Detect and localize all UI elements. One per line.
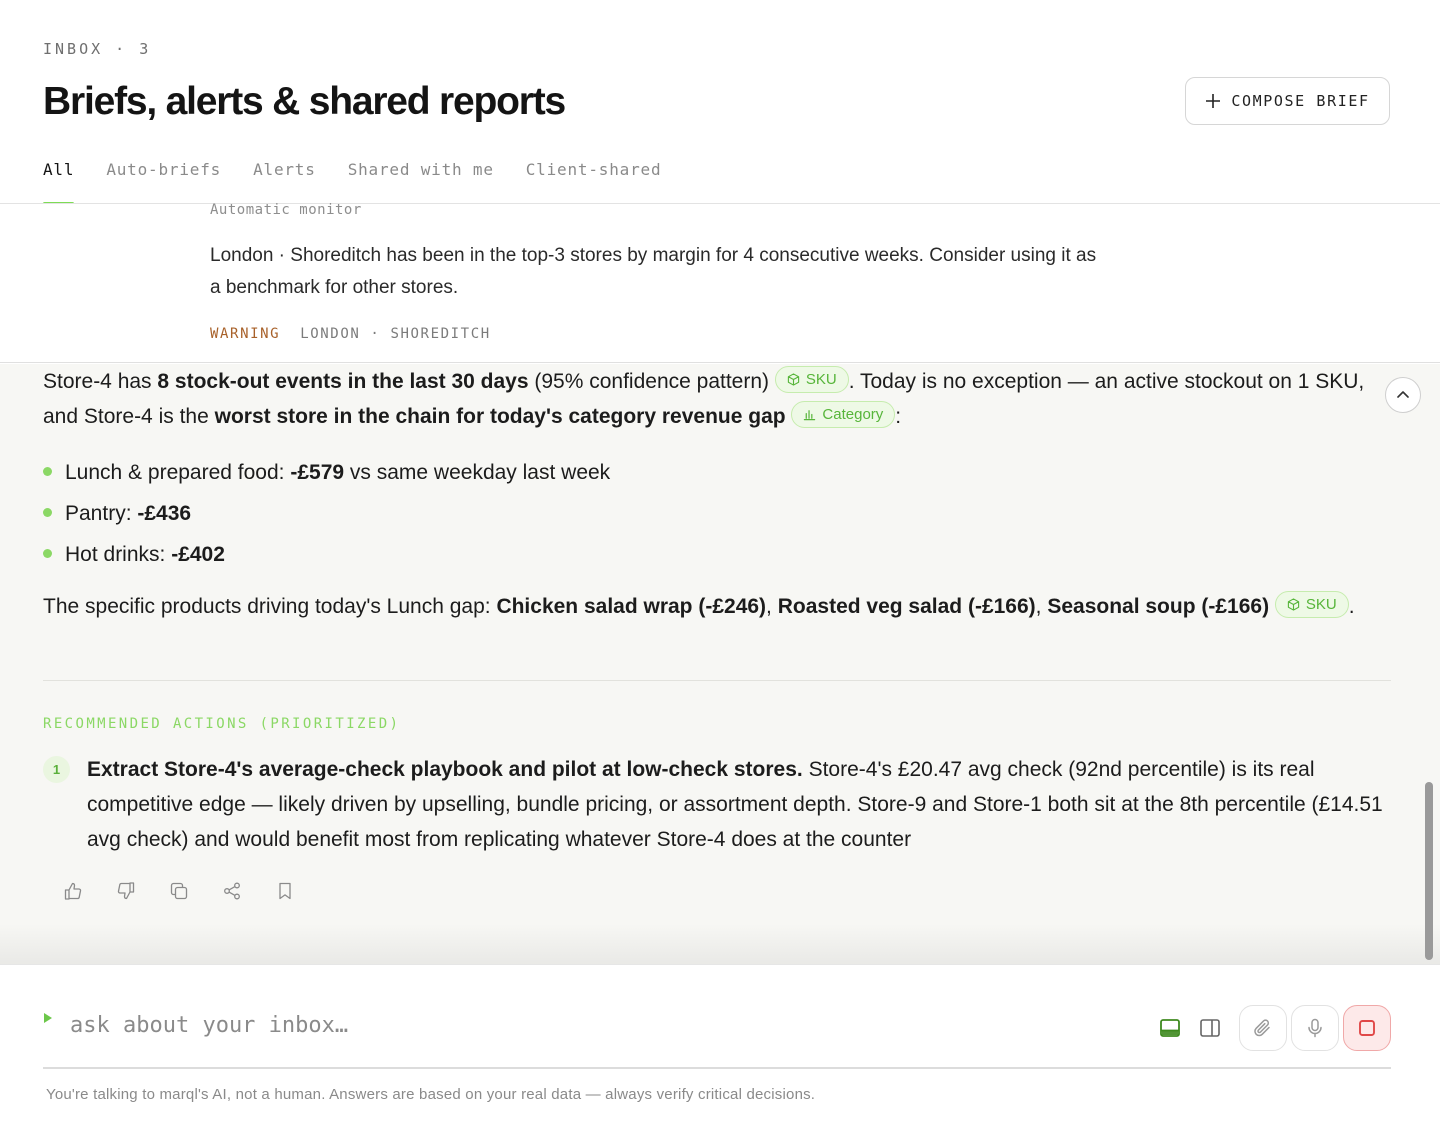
intro-text: Store-4 has [43,370,158,393]
bullet-value: -£579 [290,461,345,484]
tab-client-shared[interactable]: Client-shared [526,158,662,204]
microphone-button[interactable] [1291,1005,1339,1051]
tab-auto-briefs[interactable]: Auto-briefs [106,158,221,204]
worst-store-highlight: worst store in the chain for today's cat… [214,405,786,428]
side-panel-toggle[interactable] [1186,1005,1234,1051]
alert-source: Automatic monitor [210,202,362,218]
prompt-caret-icon [44,1013,52,1023]
bullet-label: Hot drinks: [65,543,172,566]
bookmark-icon[interactable] [274,880,296,902]
alert-item[interactable]: Automatic monitor London · Shoreditch ha… [0,202,1440,363]
share-icon[interactable] [221,880,243,902]
stockout-highlight: 8 stock-out events in the last 30 days [157,370,529,393]
inbox-count-label: INBOX · 3 [43,40,152,58]
thumbs-down-icon[interactable] [115,880,137,902]
products-text: The specific products driving today's Lu… [43,595,497,618]
paperclip-icon [1254,1019,1270,1037]
category-chip[interactable]: Category [791,401,896,428]
composer-divider [43,1067,1391,1069]
bar-chart-icon [804,410,816,421]
chat-composer: You're talking to marql's AI, not a huma… [0,964,1440,1134]
feedback-toolbar [62,880,296,902]
alert-body: London · Shoreditch has been in the top-… [210,245,1097,298]
action-text: Extract Store-4's average-check playbook… [87,752,1388,857]
sku-chip[interactable]: SKU [1274,591,1349,618]
products-text [1269,595,1275,618]
category-chip-label: Category [822,406,884,423]
intro-text: (95% confidence pattern) [528,370,775,393]
microphone-icon [1308,1018,1322,1038]
tab-shared-with-me[interactable]: Shared with me [348,158,494,204]
action-item: 1 Extract Store-4's average-check playbo… [43,752,1388,857]
page-title: Briefs, alerts & shared reports [43,80,566,123]
product-highlight: Roasted veg salad (-£166) [777,595,1036,618]
inbox-tabs: All Auto-briefs Alerts Shared with me Cl… [43,158,662,205]
intro-text: : [895,405,902,428]
product-highlight: Chicken salad wrap (-£246) [496,595,767,618]
sku-chip-label: SKU [1305,596,1337,613]
collapse-button[interactable] [1385,377,1421,413]
category-gap-list: Lunch & prepared food: -£579 vs same wee… [43,452,610,575]
compose-brief-button[interactable]: COMPOSE BRIEF [1185,77,1390,125]
bullet-suffix: vs same weekday last week [344,461,611,484]
recommended-actions-heading: RECOMMENDED ACTIONS (PRIORITIZED) [43,716,401,732]
product-highlight: Seasonal soup (-£166) [1047,595,1270,618]
stop-icon [1359,1020,1375,1036]
action-number-badge: 1 [43,756,70,783]
action-title: Extract Store-4's average-check playbook… [87,758,803,781]
products-paragraph: The specific products driving today's Lu… [43,589,1388,624]
list-item: Pantry: -£436 [43,493,610,534]
ask-input[interactable] [70,1005,1130,1045]
stop-button[interactable] [1343,1005,1391,1051]
products-text: , [766,595,778,618]
list-item: Lunch & prepared food: -£579 vs same wee… [43,452,610,493]
ai-disclaimer: You're talking to marql's AI, not a huma… [46,1086,816,1103]
side-panel-icon [1200,1019,1220,1037]
sku-chip[interactable]: SKU [774,366,849,393]
brief-intro: Store-4 has 8 stock-out events in the la… [43,364,1388,434]
brief-content: Store-4 has 8 stock-out events in the la… [0,364,1440,964]
bullet-label: Pantry: [65,502,138,525]
section-divider [43,680,1391,681]
chevron-up-icon [1397,391,1409,398]
copy-icon[interactable] [168,880,190,902]
products-text: , [1035,595,1048,618]
severity-badge: WARNING [210,326,281,342]
plus-icon [1206,94,1221,108]
tab-alerts[interactable]: Alerts [253,158,316,204]
bullet-label: Lunch & prepared food: [65,461,291,484]
list-item: Hot drinks: -£402 [43,534,610,575]
attach-button[interactable] [1239,1005,1287,1051]
alert-tags: WARNING LONDON · SHOREDITCH [210,326,491,342]
compose-brief-label: COMPOSE BRIEF [1231,92,1370,110]
location-tag: LONDON · SHOREDITCH [300,326,491,342]
bullet-value: -£402 [171,543,225,566]
bottom-panel-icon [1160,1019,1180,1037]
thumbs-up-icon[interactable] [62,880,84,902]
scrollbar-thumb[interactable] [1425,782,1433,960]
cube-icon [787,373,800,386]
tab-all[interactable]: All [43,158,75,205]
products-text: . [1348,595,1355,618]
page-header: INBOX · 3 Briefs, alerts & shared report… [0,0,1440,205]
cube-icon [1287,598,1300,611]
sku-chip-label: SKU [805,371,837,388]
bullet-value: -£436 [137,502,192,525]
